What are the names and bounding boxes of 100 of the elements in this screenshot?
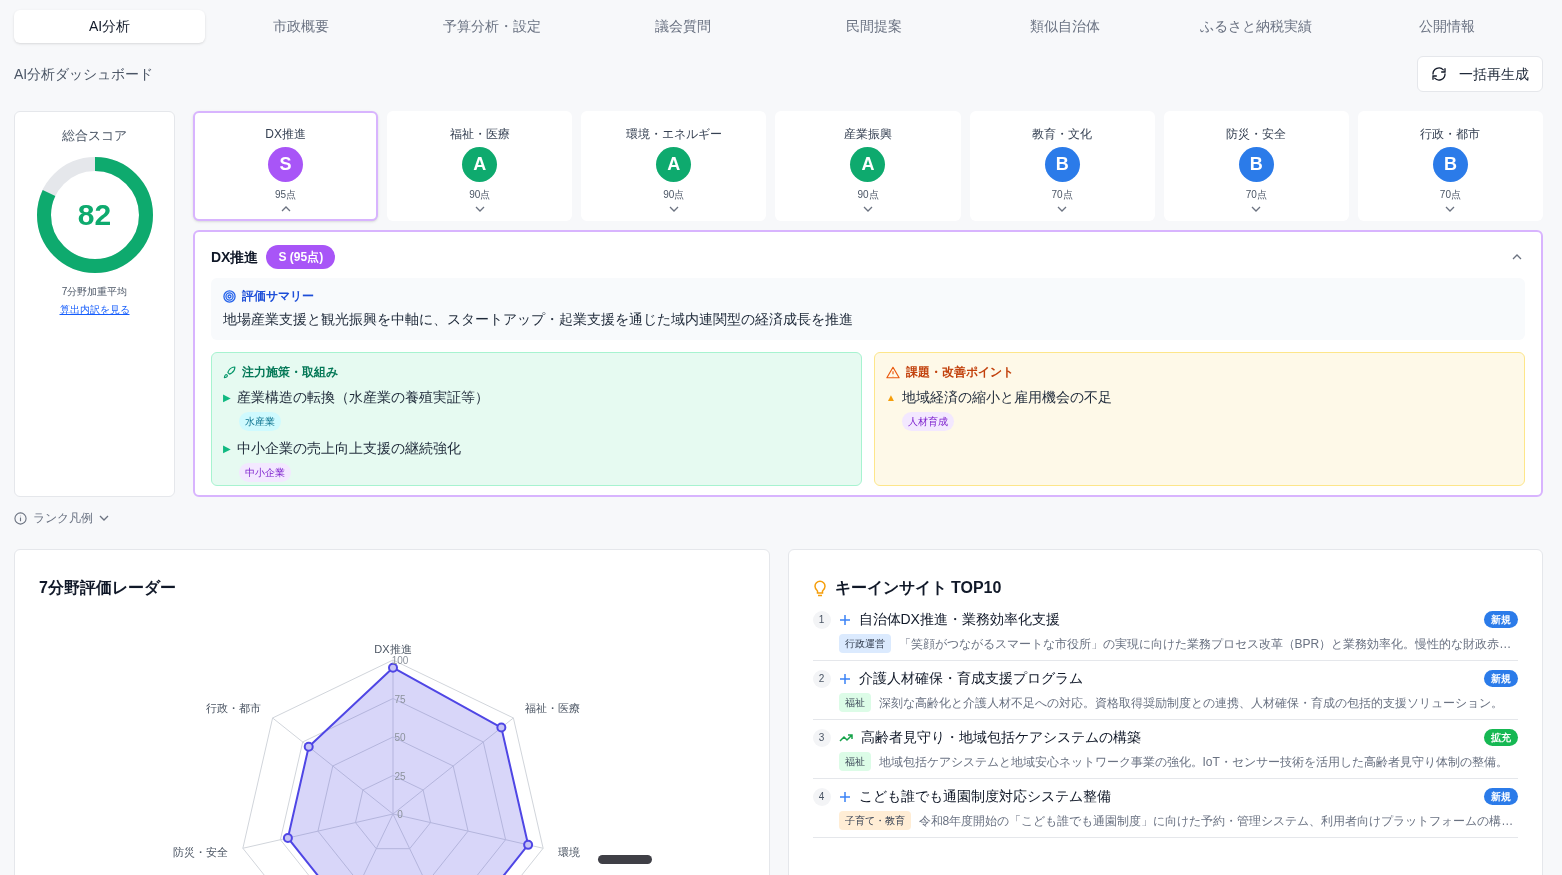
tab[interactable]: 予算分析・設定 [396, 10, 588, 43]
category-score: 90点 [857, 188, 879, 202]
chevron-down-icon [1057, 206, 1068, 212]
category-name: 行政・都市 [1420, 126, 1481, 143]
tick-label: 100 [391, 655, 409, 666]
category-card[interactable]: 防災・安全 B 70点 [1163, 111, 1349, 221]
card-title: キーインサイト TOP10 [834, 578, 1002, 598]
status-badge: 新規 [1484, 670, 1518, 687]
tick-label: 0 [397, 809, 403, 820]
rank-number: 2 [812, 669, 831, 688]
rank-badge: A [850, 147, 886, 182]
category-score: 95点 [275, 188, 297, 202]
info-icon [14, 511, 27, 525]
page-title: AI分析ダッシュボード [14, 64, 154, 84]
target-icon [223, 289, 236, 303]
triangle-right-icon: ▶ [223, 441, 231, 456]
chevron-down-icon [1251, 206, 1262, 212]
chevron-down-icon [1445, 206, 1456, 212]
detail-title: DX推進 [211, 247, 259, 267]
category-name: DX推進 [265, 126, 306, 143]
tab[interactable]: AI分析 [14, 10, 206, 43]
chevron-up-icon [280, 206, 291, 212]
rank-legend-toggle[interactable]: ランク凡例 [14, 509, 109, 527]
status-badge: 新規 [1484, 788, 1518, 805]
category-score: 90点 [469, 188, 491, 202]
insight-title: こども誰でも通園制度対応システム整備 [858, 787, 1112, 806]
category-name: 福祉・医療 [449, 126, 510, 143]
category-card[interactable]: 福祉・医療 A 90点 [387, 111, 573, 221]
axis-label: DX推進 [374, 642, 412, 655]
warning-icon [886, 365, 900, 379]
category-name: 環境・エネルギー [625, 126, 722, 143]
chart-title: 7分野評価レーダー [39, 578, 177, 598]
item-text: 地域経済の縮小と雇用機会の不足 [901, 388, 1112, 407]
tab[interactable]: 民間提案 [778, 10, 970, 43]
rank-badge: B [1238, 147, 1274, 182]
score-value: 82 [77, 199, 112, 230]
triangle-up-icon: ▲ [886, 390, 896, 405]
category-card[interactable]: 行政・都市 B 70点 [1357, 111, 1543, 221]
tag: 人材育成 [902, 412, 954, 431]
tick-label: 75 [394, 693, 406, 705]
tag: 水産業 [239, 412, 281, 431]
trending-up-icon [838, 732, 853, 743]
item-text: 中小企業の売上向上支援の継続強化 [237, 439, 461, 458]
chevron-up-icon [1512, 254, 1522, 260]
rank-badge: B [1044, 147, 1080, 182]
tab[interactable]: 公開情報 [1351, 10, 1543, 43]
category-name: 産業振興 [844, 126, 892, 143]
rank-badge: A [462, 147, 498, 182]
insight-description: 地域包括ケアシステムと地域安心ネットワーク事業の強化。IoT・センサー技術を活用した高齢者見守り体制の整備。 [878, 753, 1508, 771]
category-tag: 福祉 [838, 752, 871, 771]
rank-number: 1 [812, 610, 831, 629]
category-score: 90点 [663, 188, 685, 202]
insight-description: 令和8年度開始の「こども誰でも通園制度」に向けた予約・管理システム、利用者向けプラットフォームの構… [918, 812, 1514, 830]
insight-title: 自治体DX推進・業務効率化支援 [858, 610, 1061, 629]
insight-description: 「笑顔がつながるスマートな市役所」の実現に向けた業務プロセス改革（BPR）と業務効率化。慢性的な財政赤… [898, 635, 1512, 653]
plus-icon [838, 672, 851, 685]
axis-label: 行政・都市 [205, 702, 261, 715]
scroll-handle[interactable] [598, 855, 652, 864]
category-name: 防災・安全 [1226, 126, 1287, 143]
tag: 中小企業 [239, 463, 291, 482]
tab[interactable]: 類似自治体 [969, 10, 1161, 43]
category-card[interactable]: 環境・エネルギー A 90点 [581, 111, 767, 221]
rank-badge: S [268, 147, 304, 182]
category-card[interactable]: DX推進 S 95点 [193, 111, 379, 221]
axis-label: 防災・安全 [172, 845, 228, 858]
summary-heading: 評価サマリー [242, 288, 314, 305]
category-score: 70点 [1439, 188, 1461, 202]
lightbulb-icon [812, 579, 827, 597]
category-score: 70点 [1051, 188, 1073, 202]
chevron-down-icon [474, 206, 485, 212]
rank-badge: S (95点) [266, 245, 336, 269]
rank-number: 4 [812, 787, 831, 806]
tab[interactable]: 議会質問 [587, 10, 779, 43]
status-badge: 新規 [1484, 611, 1518, 628]
insight-description: 深刻な高齢化と介護人材不足への対応。資格取得奨励制度との連携、人材確保・育成の包括的支援ソリューション。 [878, 694, 1503, 712]
item-text: 産業構造の転換（水産業の養殖実証等） [237, 388, 489, 407]
tab[interactable]: 市政概要 [205, 10, 397, 43]
triangle-right-icon: ▶ [223, 390, 231, 405]
rank-badge: B [1432, 147, 1468, 182]
insight-title: 高齢者見守り・地域包括ケアシステムの構築 [860, 728, 1142, 747]
insight-title: 介護人材確保・育成支援プログラム [858, 669, 1084, 688]
tick-label: 25 [394, 770, 406, 782]
regenerate-button[interactable]: 一括再生成 [1417, 56, 1543, 92]
category-score: 70点 [1245, 188, 1267, 202]
section-heading: 課題・改善ポイント [906, 364, 1014, 381]
tab[interactable]: ふるさと納税実績 [1160, 10, 1352, 43]
plus-icon [838, 613, 851, 626]
category-card[interactable]: 産業振興 A 90点 [775, 111, 961, 221]
category-card[interactable]: 教育・文化 B 70点 [969, 111, 1155, 221]
category-tag: 福祉 [838, 693, 871, 712]
chevron-down-icon [99, 515, 109, 521]
axis-label: 環境 [558, 845, 581, 858]
tick-label: 50 [394, 732, 406, 743]
chevron-down-icon [668, 206, 679, 212]
plus-icon [838, 790, 851, 803]
legend-label: ランク凡例 [33, 510, 93, 527]
score-label: 総合スコア [62, 127, 127, 145]
section-heading: 注力施策・取組み [242, 364, 338, 381]
status-badge: 拡充 [1484, 729, 1518, 746]
breakdown-link[interactable]: 算出内訳を見る [59, 301, 130, 317]
